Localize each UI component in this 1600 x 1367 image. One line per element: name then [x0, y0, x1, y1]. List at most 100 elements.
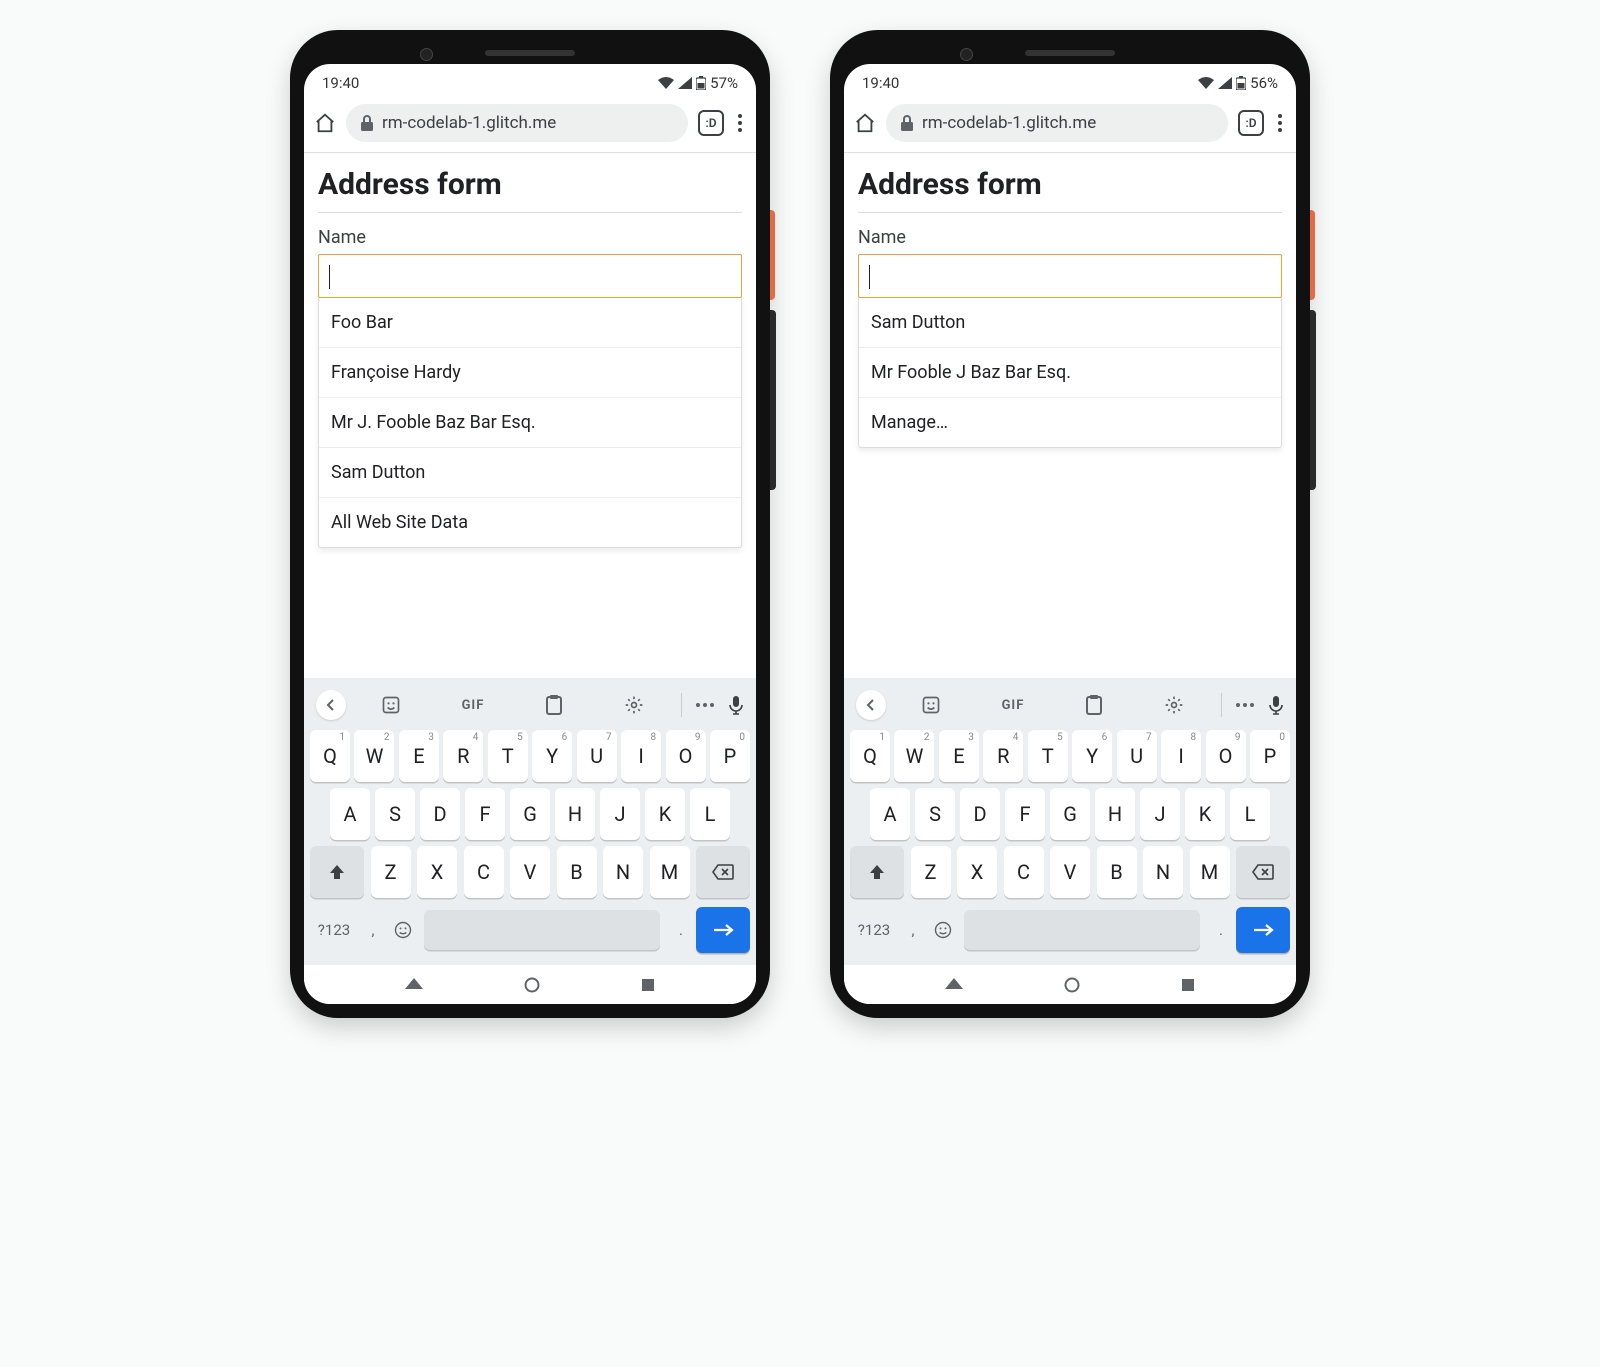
key-j[interactable]: J — [1140, 788, 1180, 840]
settings-icon[interactable] — [1164, 695, 1184, 715]
key-space[interactable] — [424, 910, 660, 950]
key-r[interactable]: 4R — [983, 730, 1023, 782]
nav-back-icon[interactable] — [405, 978, 423, 992]
key-t[interactable]: 5T — [1028, 730, 1068, 782]
nav-home-icon[interactable] — [524, 977, 540, 993]
key-b[interactable]: B — [557, 846, 597, 898]
key-enter[interactable] — [1236, 907, 1290, 953]
mic-icon[interactable] — [1268, 695, 1284, 715]
key-l[interactable]: L — [690, 788, 730, 840]
sticker-icon[interactable] — [921, 695, 941, 715]
key-w[interactable]: 2W — [354, 730, 394, 782]
key-e[interactable]: 3E — [399, 730, 439, 782]
key-backspace[interactable] — [1236, 846, 1290, 898]
key-i[interactable]: 8I — [621, 730, 661, 782]
clipboard-icon[interactable] — [545, 695, 563, 715]
key-n[interactable]: N — [1143, 846, 1183, 898]
key-q[interactable]: 1Q — [310, 730, 350, 782]
more-icon[interactable] — [688, 703, 722, 707]
key-x[interactable]: X — [957, 846, 997, 898]
key-m[interactable]: M — [650, 846, 690, 898]
home-icon[interactable] — [854, 112, 876, 134]
url-bar[interactable]: rm-codelab-1.glitch.me — [886, 104, 1228, 142]
gif-icon[interactable]: GIF — [1002, 698, 1025, 713]
key-emoji[interactable] — [928, 904, 958, 956]
tabs-button[interactable]: :D — [698, 110, 724, 136]
key-m[interactable]: M — [1190, 846, 1230, 898]
key-k[interactable]: K — [645, 788, 685, 840]
name-input[interactable] — [318, 254, 742, 298]
collapse-icon[interactable] — [316, 690, 346, 720]
key-period[interactable]: . — [1206, 904, 1236, 956]
key-w[interactable]: 2W — [894, 730, 934, 782]
key-g[interactable]: G — [1050, 788, 1090, 840]
key-z[interactable]: Z — [911, 846, 951, 898]
sticker-icon[interactable] — [381, 695, 401, 715]
key-period[interactable]: . — [666, 904, 696, 956]
key-u[interactable]: 7U — [577, 730, 617, 782]
nav-recent-icon[interactable] — [641, 978, 655, 992]
key-v[interactable]: V — [1050, 846, 1090, 898]
key-e[interactable]: 3E — [939, 730, 979, 782]
key-f[interactable]: F — [1005, 788, 1045, 840]
key-shift[interactable] — [310, 846, 364, 898]
key-enter[interactable] — [696, 907, 750, 953]
suggestion-item[interactable]: Manage… — [859, 397, 1281, 447]
gif-icon[interactable]: GIF — [462, 698, 485, 713]
key-d[interactable]: D — [960, 788, 1000, 840]
tabs-button[interactable]: :D — [1238, 110, 1264, 136]
key-symbols[interactable]: ?123 — [310, 904, 358, 956]
key-p[interactable]: 0P — [710, 730, 750, 782]
key-comma[interactable]: , — [898, 904, 928, 956]
key-k[interactable]: K — [1185, 788, 1225, 840]
suggestion-item[interactable]: Françoise Hardy — [319, 347, 741, 397]
key-r[interactable]: 4R — [443, 730, 483, 782]
suggestion-item[interactable]: Sam Dutton — [859, 298, 1281, 347]
more-icon[interactable] — [1228, 703, 1262, 707]
menu-icon[interactable] — [1274, 114, 1286, 132]
key-t[interactable]: 5T — [488, 730, 528, 782]
suggestion-item[interactable]: Foo Bar — [319, 298, 741, 347]
suggestion-item[interactable]: Mr Fooble J Baz Bar Esq. — [859, 347, 1281, 397]
key-z[interactable]: Z — [371, 846, 411, 898]
home-icon[interactable] — [314, 112, 336, 134]
key-s[interactable]: S — [915, 788, 955, 840]
key-h[interactable]: H — [555, 788, 595, 840]
key-o[interactable]: 9O — [666, 730, 706, 782]
key-f[interactable]: F — [465, 788, 505, 840]
key-space[interactable] — [964, 910, 1200, 950]
settings-icon[interactable] — [624, 695, 644, 715]
key-c[interactable]: C — [1004, 846, 1044, 898]
key-b[interactable]: B — [1097, 846, 1137, 898]
key-a[interactable]: A — [870, 788, 910, 840]
key-c[interactable]: C — [464, 846, 504, 898]
key-n[interactable]: N — [603, 846, 643, 898]
key-backspace[interactable] — [696, 846, 750, 898]
suggestion-item[interactable]: All Web Site Data — [319, 497, 741, 547]
url-bar[interactable]: rm-codelab-1.glitch.me — [346, 104, 688, 142]
suggestion-item[interactable]: Sam Dutton — [319, 447, 741, 497]
key-d[interactable]: D — [420, 788, 460, 840]
key-g[interactable]: G — [510, 788, 550, 840]
key-h[interactable]: H — [1095, 788, 1135, 840]
key-q[interactable]: 1Q — [850, 730, 890, 782]
key-u[interactable]: 7U — [1117, 730, 1157, 782]
key-v[interactable]: V — [510, 846, 550, 898]
key-a[interactable]: A — [330, 788, 370, 840]
nav-home-icon[interactable] — [1064, 977, 1080, 993]
menu-icon[interactable] — [734, 114, 746, 132]
nav-recent-icon[interactable] — [1181, 978, 1195, 992]
key-l[interactable]: L — [1230, 788, 1270, 840]
nav-back-icon[interactable] — [945, 978, 963, 992]
key-p[interactable]: 0P — [1250, 730, 1290, 782]
key-i[interactable]: 8I — [1161, 730, 1201, 782]
key-x[interactable]: X — [417, 846, 457, 898]
clipboard-icon[interactable] — [1085, 695, 1103, 715]
key-emoji[interactable] — [388, 904, 418, 956]
key-comma[interactable]: , — [358, 904, 388, 956]
name-input[interactable] — [858, 254, 1282, 298]
key-y[interactable]: 6Y — [532, 730, 572, 782]
key-y[interactable]: 6Y — [1072, 730, 1112, 782]
key-o[interactable]: 9O — [1206, 730, 1246, 782]
key-j[interactable]: J — [600, 788, 640, 840]
